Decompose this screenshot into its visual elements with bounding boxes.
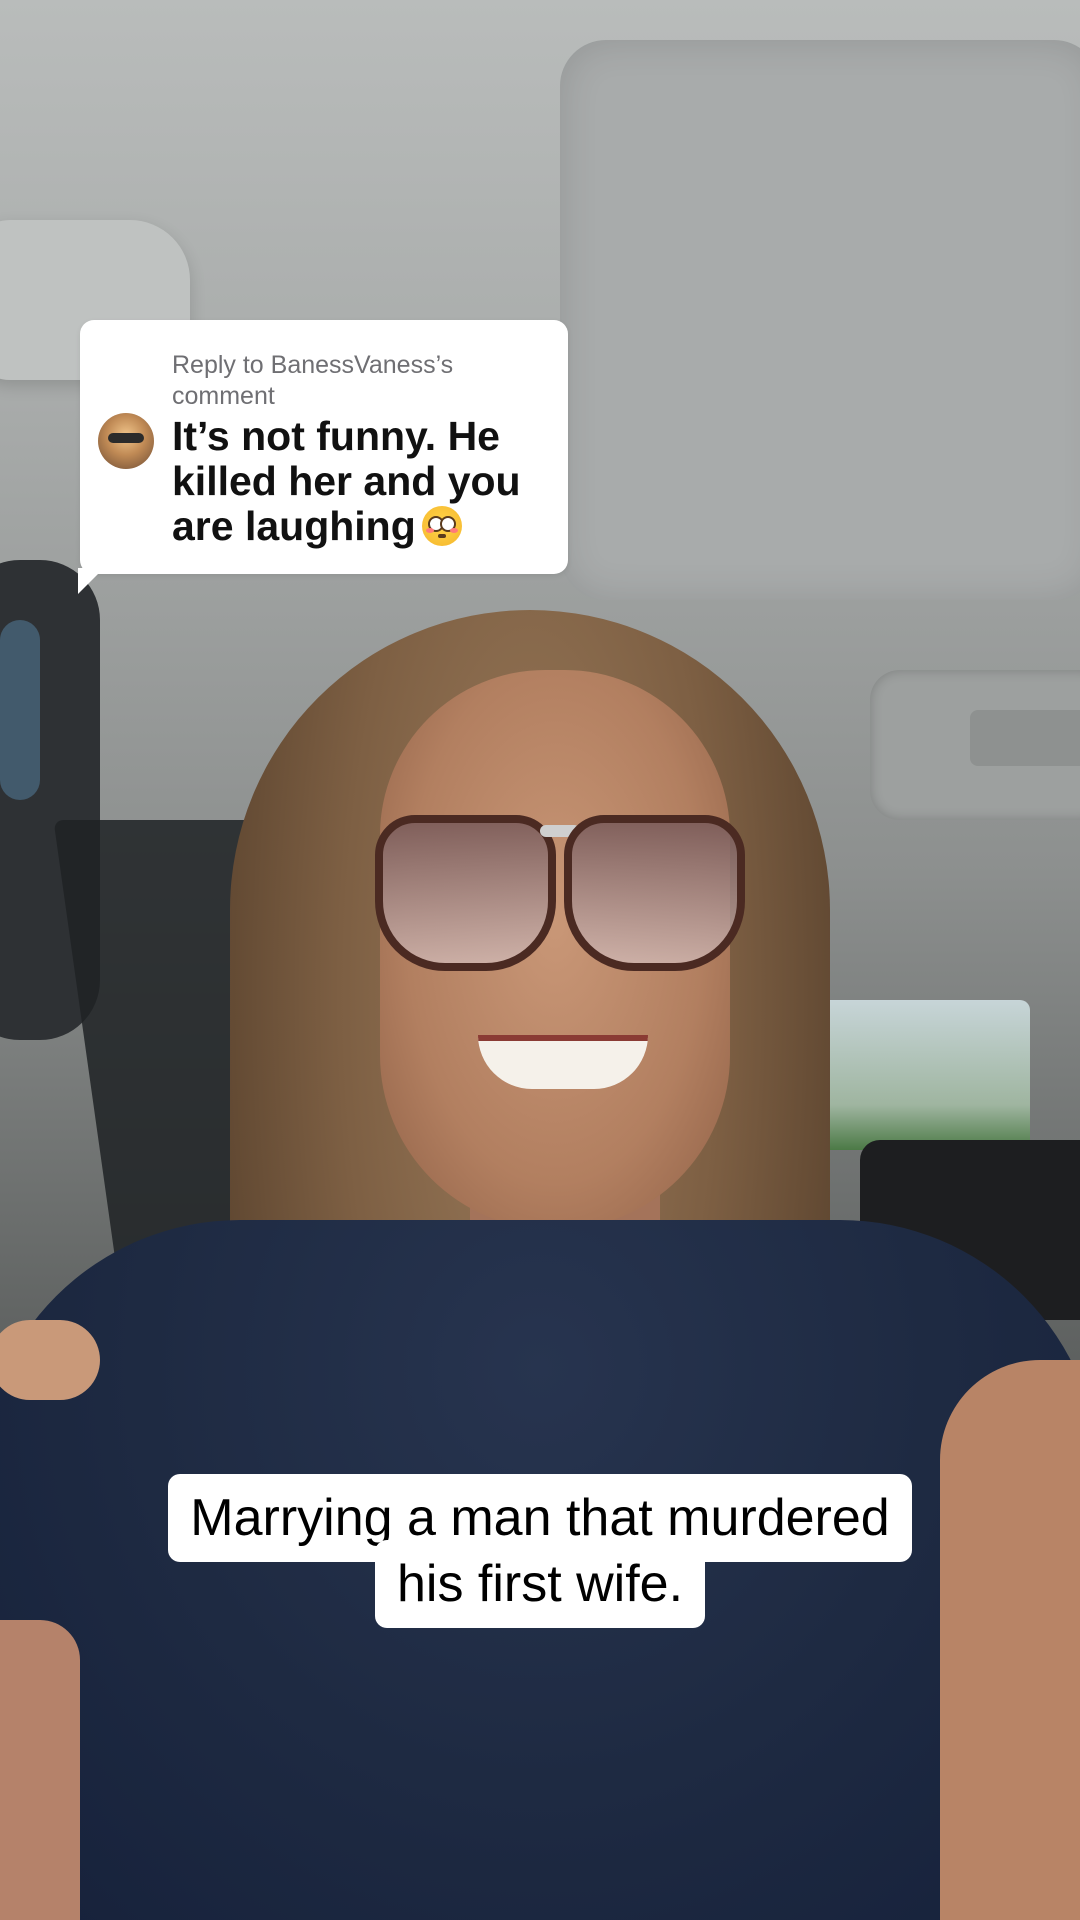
side-window-glass	[0, 620, 40, 800]
avatar-sunglasses	[108, 433, 144, 443]
console-slot	[970, 710, 1080, 766]
reply-sticker-tail	[78, 568, 104, 594]
flushed-face-icon	[421, 506, 462, 546]
left-lens	[375, 815, 556, 971]
rear-window	[800, 1000, 1030, 1150]
person-hand	[0, 1320, 100, 1400]
right-lens	[564, 815, 745, 971]
video-frame[interactable]: Reply to BanessVaness’s comment It’s not…	[0, 0, 1080, 1920]
person-arm-right	[940, 1360, 1080, 1920]
car-headliner	[560, 40, 1080, 600]
caption-text-2: his first wife.	[374, 1540, 706, 1628]
comment-text: It’s not funny. He killed her and you ar…	[172, 413, 521, 549]
commenter-avatar[interactable]	[98, 413, 154, 469]
reply-comment-sticker[interactable]: Reply to BanessVaness’s comment It’s not…	[80, 320, 568, 574]
sunglasses	[375, 815, 745, 971]
reply-comment-text: It’s not funny. He killed her and you ar…	[172, 414, 557, 549]
person-arm-left	[0, 1620, 80, 1920]
reply-header: Reply to BanessVaness’s comment	[172, 351, 454, 410]
caption-line-2: his first wife.	[0, 1540, 1080, 1628]
overhead-console	[870, 670, 1080, 820]
